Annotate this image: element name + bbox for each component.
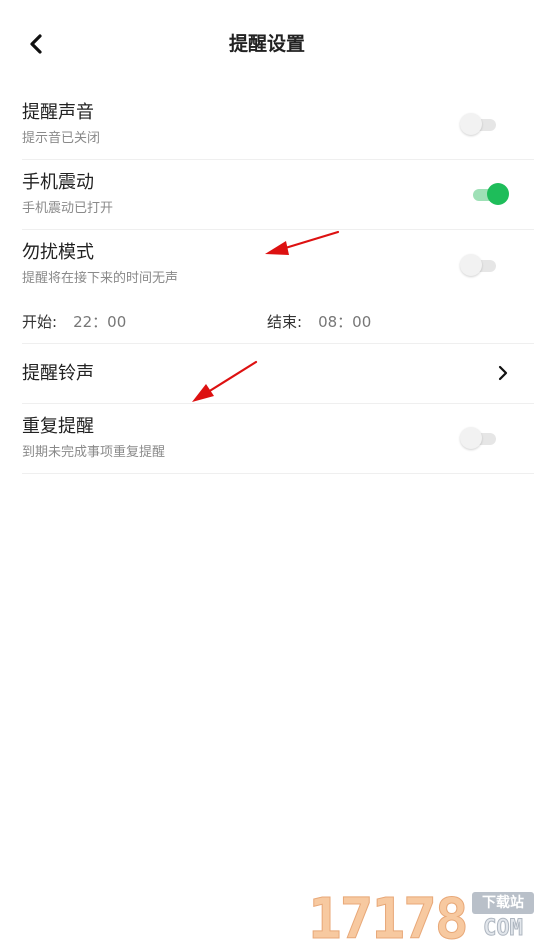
repeat-subtitle: 到期未完成事项重复提醒: [22, 445, 166, 460]
end-label: 结束:: [267, 313, 303, 331]
watermark-logo: 17178 下载站 COM: [308, 888, 534, 950]
watermark-suffix: COM: [483, 916, 524, 942]
dnd-toggle[interactable]: [460, 254, 500, 276]
repeat-title: 重复提醒: [22, 416, 94, 437]
vibration-title: 手机震动: [22, 172, 94, 193]
setting-row-dnd: 勿扰模式 提醒将在接下来的时间无声 开始: 22：00 结束: 08：00: [22, 230, 534, 344]
toggle-knob: [487, 183, 509, 205]
page-title: 提醒设置: [228, 33, 305, 55]
vibration-toggle[interactable]: [469, 183, 509, 205]
sound-subtitle: 提示音已关闭: [22, 131, 101, 146]
chevron-right-icon: [498, 365, 508, 381]
setting-row-sound: 提醒声音 提示音已关闭: [22, 90, 534, 160]
setting-row-ringtone[interactable]: 提醒铃声: [22, 344, 534, 404]
dnd-start-time[interactable]: 开始: 22：00: [22, 312, 126, 332]
dnd-title: 勿扰模式: [22, 242, 94, 263]
dnd-end-time[interactable]: 结束: 08：00: [267, 312, 371, 332]
dnd-subtitle: 提醒将在接下来的时间无声: [22, 271, 179, 286]
vibration-subtitle: 手机震动已打开: [22, 201, 114, 216]
setting-row-repeat: 重复提醒 到期未完成事项重复提醒: [22, 404, 534, 474]
ringtone-title: 提醒铃声: [22, 363, 94, 384]
end-value: 08：00: [318, 313, 372, 331]
repeat-toggle[interactable]: [460, 427, 500, 449]
watermark-digits: 17178: [308, 887, 470, 952]
toggle-knob: [460, 113, 482, 135]
start-label: 开始:: [22, 313, 58, 331]
toggle-knob: [460, 427, 482, 449]
setting-row-vibration: 手机震动 手机震动已打开: [22, 160, 534, 230]
toggle-knob: [460, 254, 482, 276]
sound-toggle[interactable]: [460, 113, 500, 135]
start-value: 22：00: [73, 313, 127, 331]
watermark-badge: 下载站: [472, 892, 534, 914]
sound-title: 提醒声音: [22, 102, 94, 123]
header-bar: 提醒设置: [0, 0, 534, 88]
